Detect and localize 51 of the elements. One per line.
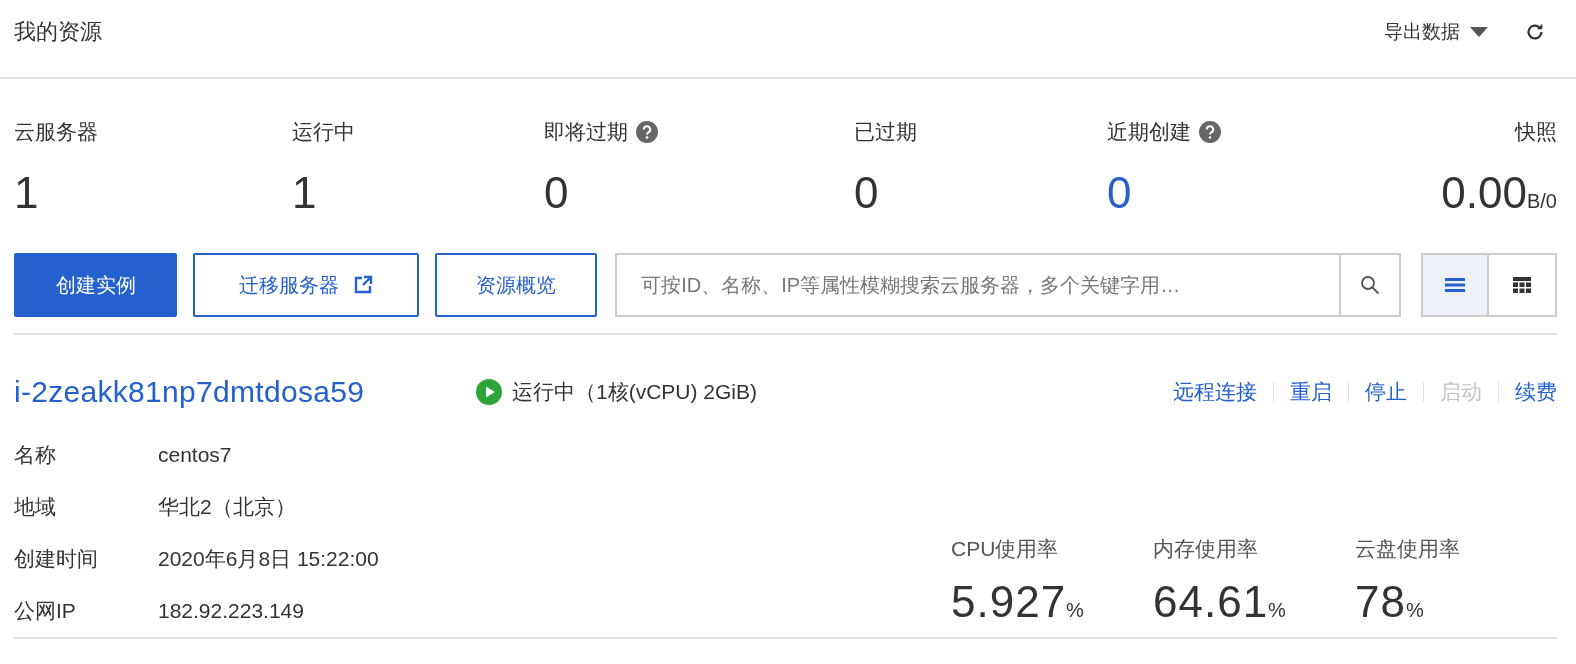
detail-value: 182.92.223.149 xyxy=(158,599,304,623)
metric-unit: % xyxy=(1405,599,1424,622)
stat-label: 运行中 xyxy=(292,119,355,145)
metric-unit: % xyxy=(1268,599,1286,622)
stat-label: 即将过期 xyxy=(544,119,628,145)
stat-label: 云服务器 xyxy=(14,119,98,145)
metric-label: 云盘使用率 xyxy=(1355,536,1461,562)
search-icon[interactable] xyxy=(1360,275,1380,295)
detail-label: 公网IP xyxy=(14,598,77,624)
detail-value: centos7 xyxy=(158,443,232,467)
metric-value: 5.927 xyxy=(951,577,1067,627)
metric-label: CPU使用率 xyxy=(951,536,1060,562)
detail-label: 名称 xyxy=(14,442,57,468)
page-title: 我的资源 xyxy=(14,17,102,46)
grid-view-button[interactable] xyxy=(1489,253,1557,317)
stat-value: 0 xyxy=(544,169,569,217)
action-link[interactable]: 远程连接 xyxy=(1173,378,1257,406)
grid-icon xyxy=(1513,277,1531,293)
caret-icon xyxy=(1470,26,1488,37)
stat-label: 快照 xyxy=(1515,119,1557,145)
list-icon xyxy=(1445,277,1465,293)
stat-label: 近期创建 xyxy=(1107,119,1191,145)
overview-button[interactable]: 资源概览 xyxy=(435,253,598,317)
stat-value: 0.00 xyxy=(1441,169,1527,217)
detail-value: 华北2（北京） xyxy=(158,494,296,520)
detail-label: 地域 xyxy=(14,494,57,520)
detail-label: 创建时间 xyxy=(14,546,99,572)
metric-unit: % xyxy=(1066,599,1084,622)
stat-value: 0 xyxy=(854,169,879,217)
export-data-dropdown[interactable]: 导出数据 xyxy=(1384,18,1488,45)
list-view-button[interactable] xyxy=(1421,253,1489,317)
metric-label: 内存使用率 xyxy=(1153,536,1259,562)
help-icon[interactable] xyxy=(1199,121,1221,143)
action-link[interactable]: 重启 xyxy=(1290,378,1332,406)
stat-value: 1 xyxy=(14,169,39,217)
stat-label: 已过期 xyxy=(854,119,917,145)
search-field[interactable]: 可按ID、名称、IP等属性模糊搜索云服务器，多个关键字用… xyxy=(615,253,1339,317)
stat-value[interactable]: 0 xyxy=(1107,169,1132,217)
metric-value: 78 xyxy=(1355,577,1406,627)
migrate-button[interactable]: 迁移服务器 xyxy=(193,253,420,317)
stat-unit: B/0 xyxy=(1526,190,1557,213)
help-icon[interactable] xyxy=(636,121,658,143)
create-instance-button[interactable]: 创建实例 xyxy=(14,253,178,317)
action-link[interactable]: 停止 xyxy=(1365,378,1407,406)
external-link-icon xyxy=(353,275,374,295)
stat-value: 1 xyxy=(292,169,317,217)
metric-value: 64.61 xyxy=(1153,577,1269,627)
action-link[interactable]: 续费 xyxy=(1515,378,1557,406)
detail-value: 2020年6月8日 15:22:00 xyxy=(158,546,379,572)
status-text: 运行中（1核(vCPU) 2GiB) xyxy=(512,379,758,405)
instance-id-link[interactable]: i-2zeakk81np7dmtdosa59 xyxy=(14,375,476,409)
